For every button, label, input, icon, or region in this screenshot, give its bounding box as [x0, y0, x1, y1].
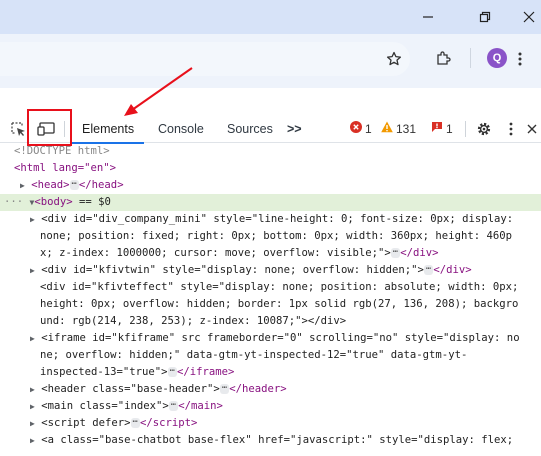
window-titlebar [0, 0, 541, 34]
tree-node-main[interactable]: ▶ <main class="index"> ⋯ </main> [0, 398, 541, 415]
expand-triangle-icon[interactable]: ▶ [20, 181, 25, 190]
ellipsis-badge[interactable]: ⋯ [69, 180, 79, 190]
tree-node-chatbot-link[interactable]: ▶ <a class="base-chatbot base-flex" href… [0, 432, 541, 449]
devtools-menu-icon[interactable] [497, 116, 525, 142]
address-bar[interactable] [0, 42, 410, 76]
extensions-puzzle-icon[interactable] [429, 45, 457, 73]
tree-node-continuation: inspected-13="true"> ⋯ </iframe> [40, 366, 235, 378]
tab-separator [465, 121, 466, 137]
issue-flag-icon [431, 116, 443, 142]
tree-node-continuation: ne; overflow: hidden;" data-gtm-yt-inspe… [40, 349, 468, 361]
tree-node-continuation: none; position: fixed; right: 0px; botto… [40, 230, 512, 242]
more-tabs-button[interactable]: >> [287, 116, 302, 142]
tree-node-iframe[interactable]: ▶ <iframe id="kfiframe" src frameborder=… [0, 330, 541, 347]
warning-counter[interactable]: 131 [381, 116, 416, 142]
minimize-icon[interactable] [405, 0, 451, 34]
issues-counter[interactable]: 1 [431, 116, 453, 142]
tree-node-body-selected[interactable]: ··· ▼<body> == $0 [0, 194, 541, 211]
restore-icon[interactable] [462, 0, 508, 34]
bookmark-star-icon[interactable] [380, 45, 408, 73]
tree-node-continuation: und: rgb(214, 238, 253); z-index: 10087;… [40, 315, 347, 327]
error-icon [350, 116, 362, 142]
annotation-arrow-icon [124, 67, 193, 116]
settings-gear-icon[interactable] [470, 116, 498, 142]
tree-node-div-kfivtwin[interactable]: ▶ <div id="kfivtwin" style="display: non… [0, 262, 541, 279]
close-window-icon[interactable] [506, 0, 541, 34]
tree-node-head[interactable]: ▶ <head> ⋯ </head> [0, 177, 541, 194]
browser-menu-icon[interactable] [506, 45, 534, 73]
warning-count: 131 [396, 122, 417, 136]
annotation-highlight-box [27, 109, 72, 146]
error-counter[interactable]: 1 [350, 116, 372, 142]
warning-icon [381, 116, 393, 142]
tree-node-continuation: x; z-index: 1000000; cursor: move; overf… [40, 247, 439, 259]
tree-node-div-kfivteffect[interactable]: <div id="kfivteffect" style="display: no… [0, 279, 541, 296]
tree-node-html[interactable]: <html lang="en"> [0, 160, 541, 177]
close-devtools-icon[interactable] [522, 116, 541, 142]
tree-node-continuation: height: 0px; overflow: hidden; border: 1… [40, 298, 519, 310]
elements-tree: <!DOCTYPE html> <html lang="en"> ▶ <head… [0, 143, 541, 449]
profile-avatar[interactable]: Q [487, 48, 507, 68]
tab-sources[interactable]: Sources [227, 116, 273, 142]
tree-node-header[interactable]: ▶ <header class="base-header"> ⋯ </header> [0, 381, 541, 398]
issue-count: 1 [446, 122, 453, 136]
tree-node-div-company-mini[interactable]: ▶ <div id="div_company_mini" style="line… [0, 211, 541, 228]
tree-node-script[interactable]: ▶ <script defer> ⋯ </script> [0, 415, 541, 432]
tree-node-doctype[interactable]: <!DOCTYPE html> [0, 143, 541, 160]
error-count: 1 [365, 122, 372, 136]
toolbar-divider [470, 48, 471, 68]
